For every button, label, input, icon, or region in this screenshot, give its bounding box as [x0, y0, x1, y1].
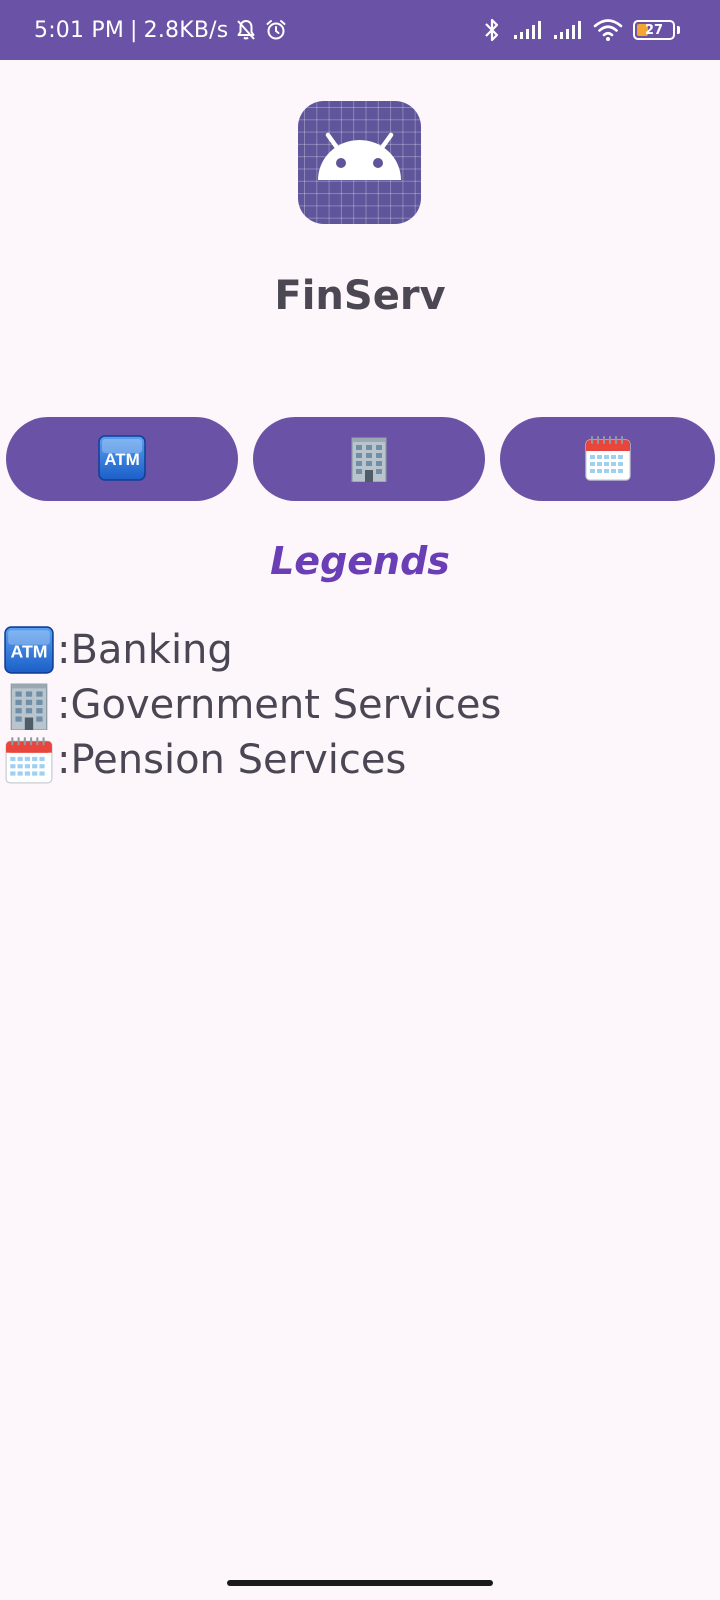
bell-off-icon: [234, 18, 258, 42]
legend-list: ATM :Banking :Government Services:Pensi…: [3, 622, 501, 787]
office-building-icon: [3, 679, 55, 731]
wifi-icon: [593, 18, 623, 42]
home-indicator[interactable]: [227, 1580, 493, 1586]
legend-item-banking: ATM :Banking: [3, 622, 501, 677]
android-icon: [298, 101, 421, 224]
status-right: 27: [481, 0, 680, 60]
pension-services-button[interactable]: [500, 417, 715, 501]
calendar-icon: [584, 434, 632, 485]
government-services-button[interactable]: [253, 417, 485, 501]
signal-icon: [553, 19, 583, 41]
battery-icon: 27: [633, 20, 675, 40]
battery-level: 27: [644, 22, 664, 38]
network-speed: 2.8KB/s: [143, 17, 229, 43]
atm-icon: ATM: [3, 624, 55, 676]
legend-label-pension: :Pension Services: [57, 736, 407, 783]
legends-heading: Legends: [270, 539, 450, 583]
status-time: 5:01 PM: [34, 17, 125, 43]
status-separator: |: [130, 17, 138, 43]
legend-label-banking: :Banking: [57, 626, 233, 673]
app-title: FinServ: [274, 273, 446, 319]
banking-button[interactable]: ATM: [6, 417, 238, 501]
signal-icon: [513, 19, 543, 41]
legend-label-government: :Government Services: [57, 681, 502, 728]
alarm-icon: [264, 18, 288, 42]
svg-text:ATM: ATM: [104, 450, 140, 469]
office-building-icon: [346, 434, 392, 485]
calendar-icon: [3, 734, 55, 786]
atm-icon: ATM: [98, 434, 146, 484]
battery-cap: [677, 26, 680, 34]
svg-text:ATM: ATM: [11, 641, 48, 661]
bluetooth-icon: [481, 17, 503, 43]
status-bar: 5:01 PM | 2.8KB/s 27: [0, 0, 720, 60]
legend-item-pension: :Pension Services: [3, 732, 501, 787]
status-left: 5:01 PM | 2.8KB/s: [34, 0, 288, 60]
legend-item-government: :Government Services: [3, 677, 501, 732]
